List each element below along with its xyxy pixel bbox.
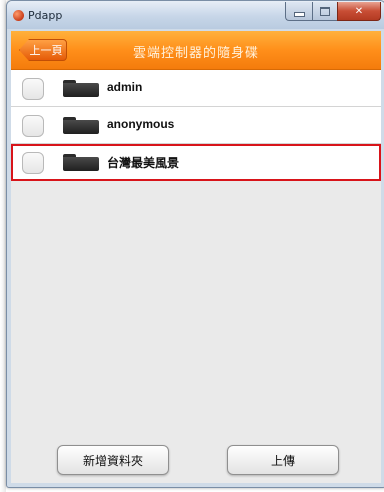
item-label: 台灣最美風景 <box>107 156 180 170</box>
window-controls: ✕ <box>285 2 381 21</box>
list-item-selected[interactable]: 台灣最美風景 <box>11 144 381 181</box>
close-button[interactable]: ✕ <box>337 2 381 21</box>
item-checkbox[interactable] <box>22 78 44 100</box>
list-item[interactable]: anonymous <box>11 107 381 144</box>
app-icon <box>13 10 24 21</box>
folder-list: admin anonymous 台灣最美風景 <box>11 70 381 181</box>
new-folder-button[interactable]: 新增資料夾 <box>57 445 169 475</box>
maximize-icon <box>320 6 330 16</box>
folder-icon <box>63 117 99 134</box>
upload-button[interactable]: 上傳 <box>227 445 339 475</box>
page-header: 上一頁 雲端控制器的隨身碟 <box>11 31 381 70</box>
folder-icon <box>63 80 99 97</box>
window-titlebar[interactable]: Pdapp ✕ <box>7 1 384 29</box>
close-icon: ✕ <box>354 5 364 17</box>
app-window: Pdapp ✕ 上一頁 雲端控制器的隨身碟 admin anonymous 台灣… <box>6 0 384 488</box>
minimize-icon <box>293 11 305 17</box>
window-title: Pdapp <box>28 9 63 22</box>
list-item[interactable]: admin <box>11 70 381 107</box>
item-label: admin <box>107 80 143 94</box>
minimize-button[interactable] <box>285 2 312 21</box>
item-checkbox[interactable] <box>22 152 44 174</box>
page-title: 雲端控制器的隨身碟 <box>132 46 259 61</box>
maximize-button[interactable] <box>312 2 337 21</box>
folder-icon <box>63 154 99 171</box>
item-checkbox[interactable] <box>22 115 44 137</box>
item-label: anonymous <box>107 117 175 131</box>
app-content: 上一頁 雲端控制器的隨身碟 admin anonymous 台灣最美風景 新增資… <box>11 31 381 483</box>
